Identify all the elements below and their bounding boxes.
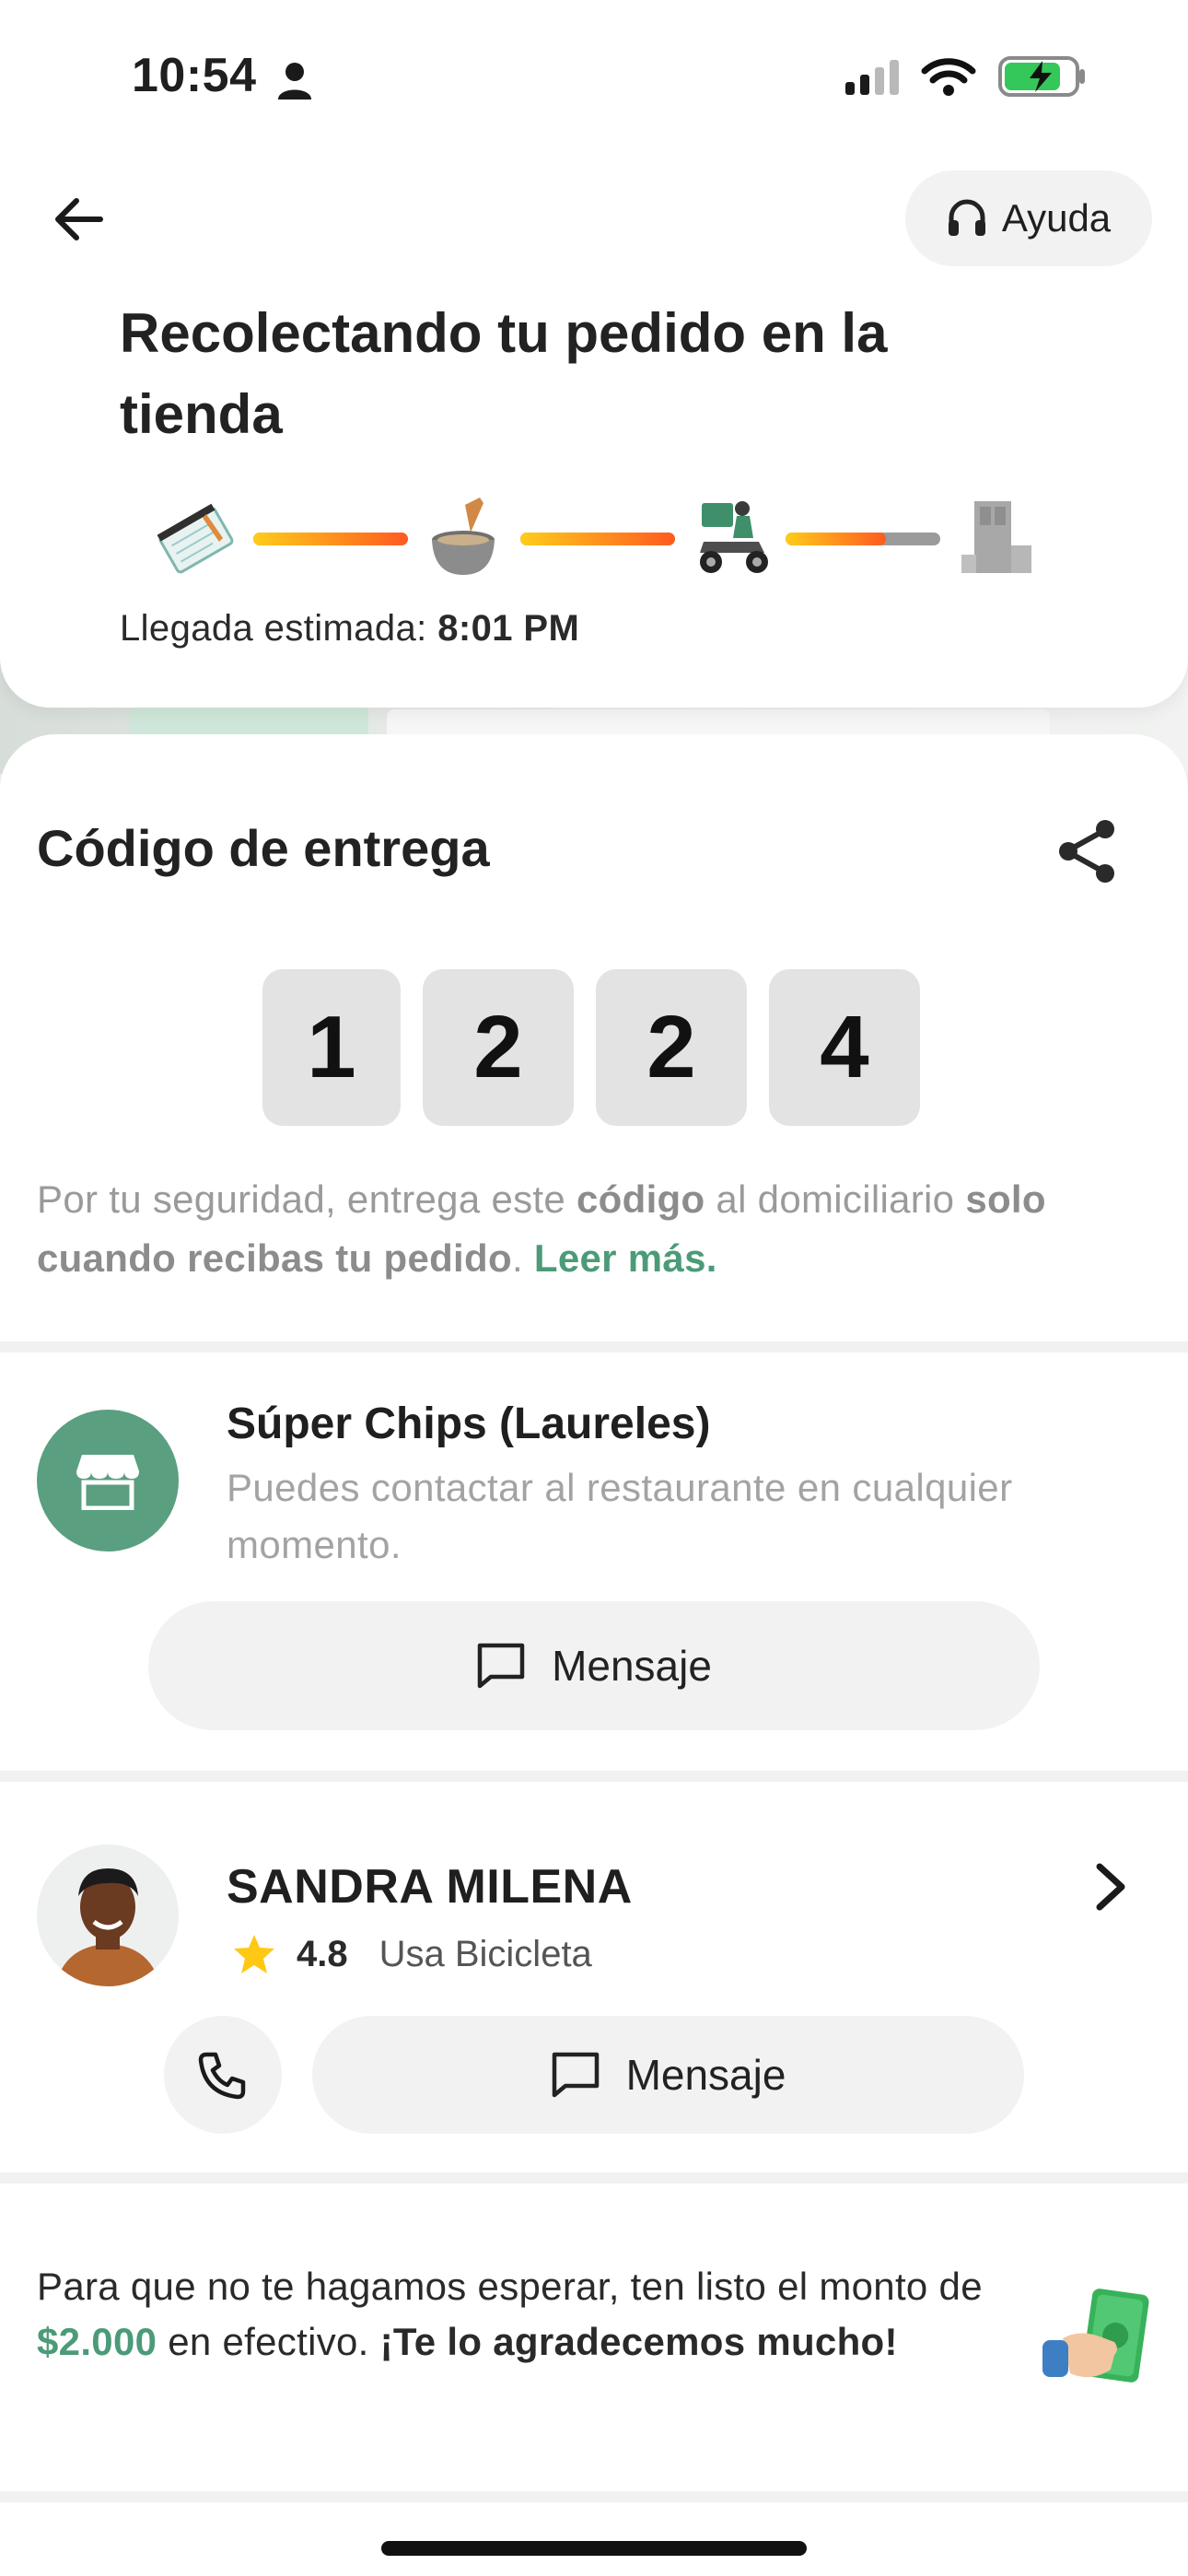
eta-label: Llegada estimada: bbox=[120, 608, 438, 649]
delivery-motorbike-icon bbox=[700, 501, 768, 573]
code-digit: 2 bbox=[596, 969, 747, 1126]
cash-hand-icon bbox=[1042, 2289, 1149, 2383]
share-icon[interactable] bbox=[1050, 814, 1124, 888]
cash-text: en efectivo. bbox=[157, 2320, 380, 2363]
call-courier-button[interactable] bbox=[164, 2016, 282, 2134]
courier-avatar bbox=[37, 1844, 179, 1986]
progress-segment-1 bbox=[253, 533, 408, 545]
cash-amount: $2.000 bbox=[37, 2320, 157, 2363]
battery-charging-icon bbox=[998, 56, 1085, 97]
courier-vehicle: Usa Bicicleta bbox=[379, 1933, 592, 1974]
headset-icon bbox=[948, 199, 985, 236]
cash-reminder: Para que no te hagamos esperar, ten list… bbox=[37, 2259, 1031, 2370]
section-divider bbox=[0, 1341, 1188, 1352]
delivery-code-digits: 1 2 2 4 bbox=[262, 969, 920, 1126]
storefront-icon bbox=[76, 1455, 139, 1510]
cash-thanks: ¡Te lo agradecemos mucho! bbox=[379, 2320, 898, 2363]
message-courier-button[interactable]: Mensaje bbox=[312, 2016, 1024, 2134]
order-progress-tracker bbox=[147, 488, 1031, 580]
home-indicator[interactable] bbox=[381, 2541, 807, 2556]
page-title: Recolectando tu pedido en la tienda bbox=[120, 302, 888, 445]
notepad-icon bbox=[157, 503, 234, 574]
restaurant-name: Súper Chips (Laureles) bbox=[227, 1399, 711, 1448]
message-restaurant-button[interactable]: Mensaje bbox=[148, 1601, 1040, 1730]
help-button[interactable]: Ayuda bbox=[905, 170, 1152, 266]
code-digit: 1 bbox=[262, 969, 401, 1126]
chat-bubble-icon bbox=[552, 2052, 599, 2098]
section-divider bbox=[0, 2491, 1188, 2502]
status-icons bbox=[845, 55, 1087, 98]
courier-name: SANDRA MILENA bbox=[227, 1860, 633, 1914]
eta-time: 8:01 PM bbox=[437, 608, 580, 649]
courier-rating: 4.8 bbox=[297, 1933, 348, 1974]
message-label: Mensaje bbox=[552, 1642, 712, 1690]
progress-segment-2 bbox=[520, 533, 675, 545]
order-status-card: 10:54 Ayuda Recolectando tu pedido en la… bbox=[0, 0, 1188, 708]
status-time: 10:54 bbox=[132, 49, 257, 102]
cash-text: Para que no te hagamos esperar, ten list… bbox=[37, 2265, 983, 2308]
wifi-icon bbox=[921, 58, 976, 96]
help-label: Ayuda bbox=[1001, 196, 1112, 240]
chat-bubble-icon bbox=[477, 1643, 525, 1689]
back-button[interactable] bbox=[48, 189, 109, 250]
arrow-left-icon bbox=[55, 198, 103, 240]
person-icon bbox=[278, 63, 311, 100]
chevron-right-icon[interactable] bbox=[1089, 1861, 1133, 1913]
mortar-pestle-icon bbox=[432, 498, 495, 575]
estimated-arrival: Llegada estimada: 8:01 PM bbox=[120, 608, 579, 650]
restaurant-subtitle: Puedes contactar al restaurante en cualq… bbox=[227, 1466, 1013, 1566]
building-icon bbox=[961, 501, 1031, 573]
note-bold: código bbox=[577, 1177, 705, 1221]
message-label: Mensaje bbox=[625, 2051, 786, 2099]
delivery-code-title: Código de entrega bbox=[37, 819, 490, 877]
note-text: Por tu seguridad, entrega este bbox=[37, 1177, 577, 1221]
progress-segment-3 bbox=[786, 533, 940, 545]
star-icon bbox=[234, 1935, 274, 1973]
section-divider bbox=[0, 2172, 1188, 2184]
read-more-link[interactable]: Leer más. bbox=[534, 1236, 717, 1280]
code-digit: 2 bbox=[423, 969, 574, 1126]
security-note: Por tu seguridad, entrega este código al… bbox=[37, 1170, 1151, 1288]
cellular-signal-icon bbox=[845, 58, 899, 95]
section-divider bbox=[0, 1771, 1188, 1782]
phone-icon bbox=[198, 2052, 246, 2100]
note-text: al domiciliario bbox=[705, 1177, 966, 1221]
courier-rating-row: 4.8 Usa Bicicleta bbox=[232, 1933, 592, 1975]
note-text: . bbox=[511, 1236, 534, 1280]
store-avatar bbox=[37, 1410, 179, 1551]
code-digit: 4 bbox=[769, 969, 920, 1126]
